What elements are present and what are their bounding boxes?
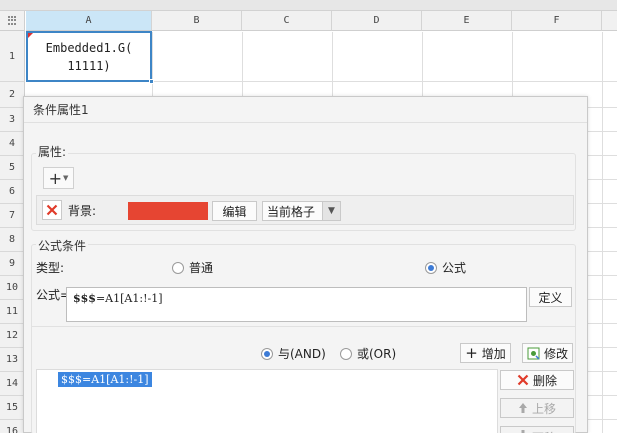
row-header-4[interactable]: 4	[0, 132, 25, 156]
scope-select[interactable]: 当前格子 ▼	[262, 201, 341, 221]
properties-group-label: 属性:	[36, 143, 69, 160]
define-button[interactable]: 定义	[529, 287, 572, 307]
select-all-corner[interactable]	[0, 11, 25, 31]
background-color-swatch[interactable]	[128, 202, 208, 220]
cell-a1-line2: 11111)	[67, 58, 111, 73]
type-normal-radio[interactable]: 普通	[172, 259, 213, 276]
condition-list[interactable]: $$$=A1[A1:!-1]	[36, 369, 498, 433]
move-down-label: 下移	[532, 429, 556, 433]
column-header-a[interactable]: A	[26, 11, 152, 31]
row-header-11[interactable]: 11	[0, 300, 25, 324]
column-header-f[interactable]: F	[512, 11, 602, 31]
add-property-button[interactable]: + ▼	[43, 167, 74, 189]
radio-unchecked-icon	[172, 261, 184, 274]
column-header-e[interactable]: E	[422, 11, 512, 31]
modify-label: 修改	[543, 346, 568, 361]
type-label: 类型:	[36, 261, 65, 275]
column-header-b[interactable]: B	[152, 11, 242, 31]
row-header-14[interactable]: 14	[0, 372, 25, 396]
chevron-down-icon: ▼	[63, 174, 69, 182]
logic-and-label: 与(AND)	[278, 347, 326, 361]
move-up-label: 上移	[531, 401, 556, 416]
row-header-12[interactable]: 12	[0, 324, 25, 348]
close-icon	[517, 374, 529, 386]
column-header-d[interactable]: D	[332, 11, 422, 31]
close-icon	[46, 204, 58, 216]
fill-handle[interactable]	[149, 79, 154, 84]
formula-label: 公式=	[36, 288, 71, 302]
background-label: 背景:	[68, 204, 97, 218]
arrow-up-icon	[518, 402, 528, 414]
add-condition-button[interactable]: + 增加	[460, 343, 511, 363]
chevron-down-icon: ▼	[322, 202, 340, 220]
add-label: 增加	[481, 346, 506, 361]
row-header-9[interactable]: 9	[0, 252, 25, 276]
formula-prefix: $$$	[73, 292, 96, 305]
row-header-16[interactable]: 16	[0, 420, 25, 433]
grid-line	[602, 32, 603, 433]
type-formula-radio[interactable]: 公式	[425, 259, 466, 276]
condition-properties-dialog: 条件属性1 属性: + ▼ 背景: 编辑 当前格子 ▼ 公式条件 类型: 普通 公…	[23, 96, 588, 433]
plus-icon: +	[48, 168, 62, 188]
formula-input[interactable]: $$$=A1[A1:!-1]	[66, 287, 527, 322]
modify-condition-button[interactable]: 修改	[522, 343, 573, 363]
scope-select-value: 当前格子	[267, 204, 316, 219]
edit-button[interactable]: 编辑	[212, 201, 257, 221]
arrow-down-icon	[518, 429, 528, 433]
plus-icon: +	[465, 344, 478, 362]
logic-or-radio[interactable]: 或(OR)	[340, 345, 396, 362]
comment-flag-icon	[28, 33, 33, 38]
dialog-title: 条件属性1	[24, 97, 587, 123]
logic-and-radio[interactable]: 与(AND)	[261, 345, 326, 362]
edit-icon	[527, 347, 540, 360]
radio-unchecked-icon	[340, 347, 352, 360]
list-item[interactable]: $$$=A1[A1:!-1]	[58, 372, 152, 387]
row-header-13[interactable]: 13	[0, 348, 25, 372]
delete-button[interactable]: 删除	[500, 370, 574, 390]
column-header-c[interactable]: C	[242, 11, 332, 31]
grid-icon	[7, 16, 17, 25]
delete-label: 删除	[532, 373, 557, 388]
column-header-overflow	[602, 11, 617, 31]
row-header-6[interactable]: 6	[0, 180, 25, 204]
move-down-button[interactable]: 下移	[500, 426, 574, 433]
cell-a1[interactable]: Embedded1.G( 11111)	[26, 31, 154, 84]
row-header-5[interactable]: 5	[0, 156, 25, 180]
radio-checked-icon	[261, 347, 273, 360]
move-up-button[interactable]: 上移	[500, 398, 574, 418]
background-property-row: 背景: 编辑 当前格子 ▼	[36, 195, 574, 225]
logic-or-label: 或(OR)	[357, 347, 397, 361]
type-formula-label: 公式	[442, 261, 467, 275]
cell-a1-line1: Embedded1.G(	[45, 40, 133, 55]
row-header-15[interactable]: 15	[0, 396, 25, 420]
row-header-7[interactable]: 7	[0, 204, 25, 228]
formula-condition-label: 公式条件	[36, 237, 89, 254]
row-header-8[interactable]: 8	[0, 228, 25, 252]
row-header-10[interactable]: 10	[0, 276, 25, 300]
row-header-2[interactable]: 2	[0, 82, 25, 108]
formula-rest: =A1[A1:!-1]	[95, 292, 163, 305]
remove-property-button[interactable]	[42, 200, 62, 220]
top-strip	[0, 0, 617, 11]
divider	[31, 326, 576, 327]
row-header-1[interactable]: 1	[0, 31, 25, 82]
type-normal-label: 普通	[189, 261, 214, 275]
radio-checked-icon	[425, 261, 437, 274]
row-header-3[interactable]: 3	[0, 108, 25, 132]
